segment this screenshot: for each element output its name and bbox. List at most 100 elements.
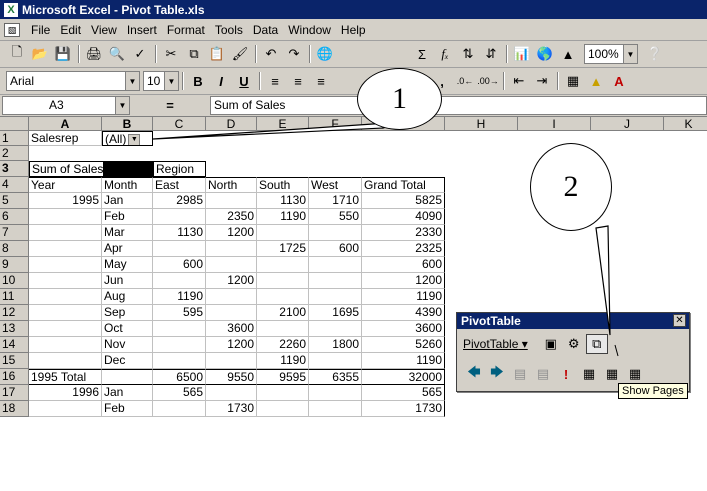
italic-button[interactable]: I xyxy=(210,71,232,91)
pivot-cell-year[interactable] xyxy=(29,225,102,241)
row-header[interactable]: 7 xyxy=(0,225,29,241)
menu-edit[interactable]: Edit xyxy=(55,23,86,37)
pivot-cell-west[interactable] xyxy=(309,353,362,369)
sort-descending-icon[interactable]: ⇵ xyxy=(480,44,502,64)
pivot-cell-south[interactable]: 2260 xyxy=(257,337,309,353)
pivot-cell-month[interactable]: Mar xyxy=(102,225,153,241)
select-label-and-data-icon[interactable]: ▦ xyxy=(624,364,646,384)
column-header-h[interactable]: H xyxy=(445,117,518,131)
pivot-cell-month[interactable]: Jan xyxy=(102,385,153,401)
borders-icon[interactable]: ▦ xyxy=(562,71,584,91)
chevron-down-icon[interactable]: ▼ xyxy=(115,97,129,114)
column-header-d[interactable]: D xyxy=(206,117,257,131)
decrease-decimal-icon[interactable]: .00→ xyxy=(477,71,499,91)
paste-icon[interactable]: 📋 xyxy=(206,44,228,64)
pivot-cell-south[interactable]: 1130 xyxy=(257,193,309,209)
menu-data[interactable]: Data xyxy=(248,23,283,37)
drawing-icon[interactable]: ▲ xyxy=(557,44,579,64)
pivot-cell-north[interactable] xyxy=(206,289,257,305)
pivot-cell-west[interactable]: 1695 xyxy=(309,305,362,321)
pivot-cell-north[interactable]: 1200 xyxy=(206,337,257,353)
align-right-icon[interactable]: ≡ xyxy=(310,71,332,91)
office-assistant-icon[interactable]: ❔ xyxy=(644,44,666,64)
menu-view[interactable]: View xyxy=(86,23,122,37)
field-settings-icon[interactable]: ⚙ xyxy=(563,334,585,354)
pivot-cell-south[interactable]: 1725 xyxy=(257,241,309,257)
pivot-cell-west[interactable]: 1710 xyxy=(309,193,362,209)
pivot-cell-year[interactable] xyxy=(29,401,102,417)
copy-icon[interactable]: ⧉ xyxy=(183,44,205,64)
pivot-cell-east[interactable] xyxy=(153,209,206,225)
pivot-cell-east[interactable] xyxy=(153,241,206,257)
pivot-cell-year[interactable]: 1995 Total xyxy=(29,369,102,385)
decrease-indent-icon[interactable]: ⇤ xyxy=(508,71,530,91)
pivot-cell-year[interactable] xyxy=(29,337,102,353)
pivot-cell-grand-total[interactable]: 3600 xyxy=(362,321,445,337)
pivot-cell-north[interactable] xyxy=(206,385,257,401)
pivot-cell-month[interactable]: Feb xyxy=(102,401,153,417)
pivot-cell-month[interactable]: Feb xyxy=(102,209,153,225)
pivot-cell-south[interactable] xyxy=(257,321,309,337)
new-icon[interactable]: 🗋 xyxy=(6,44,28,64)
sort-ascending-icon[interactable]: ⇅ xyxy=(457,44,479,64)
pivot-cell-year[interactable] xyxy=(29,321,102,337)
pivot-cell-year[interactable]: 1995 xyxy=(29,193,102,209)
row-header[interactable]: 15 xyxy=(0,353,29,369)
close-icon[interactable]: ✕ xyxy=(673,314,686,327)
pivot-cell-north[interactable]: 3600 xyxy=(206,321,257,337)
data-field-button[interactable]: Sum of Sales xyxy=(29,161,153,177)
pivot-cell-west[interactable] xyxy=(309,273,362,289)
print-icon[interactable]: 🖨 xyxy=(83,44,105,64)
row-header[interactable]: 3 xyxy=(0,161,29,177)
column-header-a[interactable]: A xyxy=(29,117,102,131)
column-header-b[interactable]: B xyxy=(102,117,153,131)
font-select[interactable]: Arial ▼ xyxy=(6,71,140,91)
pivot-cell-grand-total[interactable]: 600 xyxy=(362,257,445,273)
pivot-cell-month[interactable]: Oct xyxy=(102,321,153,337)
column-field-button[interactable]: Region xyxy=(153,161,206,177)
pivot-cell-east[interactable]: 2985 xyxy=(153,193,206,209)
underline-button[interactable]: U xyxy=(233,71,255,91)
zoom-select[interactable]: 100% ▼ xyxy=(584,44,638,64)
pivot-cell-year[interactable] xyxy=(29,305,102,321)
menu-tools[interactable]: Tools xyxy=(210,23,248,37)
save-icon[interactable]: 💾 xyxy=(52,44,74,64)
pivot-cell-south[interactable]: 1190 xyxy=(257,209,309,225)
pivot-cell-grand-total[interactable]: 32000 xyxy=(362,369,445,385)
group-icon[interactable]: 🡆 xyxy=(486,364,508,384)
pivot-cell-grand-total[interactable]: 1730 xyxy=(362,401,445,417)
pivot-cell-month[interactable] xyxy=(102,369,153,385)
menu-insert[interactable]: Insert xyxy=(122,23,162,37)
row-header[interactable]: 4 xyxy=(0,177,29,193)
row-header[interactable]: 17 xyxy=(0,385,29,401)
pivot-cell-south[interactable] xyxy=(257,273,309,289)
pivot-cell-year[interactable] xyxy=(29,241,102,257)
print-preview-icon[interactable]: 🔍 xyxy=(106,44,128,64)
name-box[interactable]: A3 ▼ xyxy=(2,96,130,115)
column-header-e[interactable]: E xyxy=(257,117,309,131)
pivot-cell-east[interactable] xyxy=(153,321,206,337)
hyperlink-icon[interactable]: 🌐 xyxy=(314,44,336,64)
font-color-icon[interactable]: A xyxy=(608,71,630,91)
column-header-c[interactable]: C xyxy=(153,117,206,131)
menu-window[interactable]: Window xyxy=(283,23,336,37)
pivot-cell-south[interactable]: 2100 xyxy=(257,305,309,321)
pivot-cell-month[interactable]: Aug xyxy=(102,289,153,305)
pivot-cell-north[interactable]: 1730 xyxy=(206,401,257,417)
autosum-icon[interactable]: Σ xyxy=(411,44,433,64)
pivot-cell-grand-total[interactable]: 1200 xyxy=(362,273,445,289)
row-header[interactable]: 2 xyxy=(0,146,29,161)
pivot-cell-grand-total[interactable]: 4390 xyxy=(362,305,445,321)
pivot-cell-east[interactable]: 6500 xyxy=(153,369,206,385)
column-header-f[interactable]: F xyxy=(309,117,362,131)
row-header[interactable]: 12 xyxy=(0,305,29,321)
column-header-i[interactable]: I xyxy=(518,117,591,131)
align-center-icon[interactable]: ≡ xyxy=(287,71,309,91)
pivot-cell-grand-total[interactable]: 1190 xyxy=(362,353,445,369)
select-label-icon[interactable]: ▦ xyxy=(578,364,600,384)
pivot-cell-month[interactable]: May xyxy=(102,257,153,273)
pivot-cell-east[interactable] xyxy=(153,353,206,369)
pivot-cell-east[interactable]: 595 xyxy=(153,305,206,321)
pivot-cell-west[interactable]: 6355 xyxy=(309,369,362,385)
format-painter-icon[interactable]: 🖌 xyxy=(229,44,251,64)
